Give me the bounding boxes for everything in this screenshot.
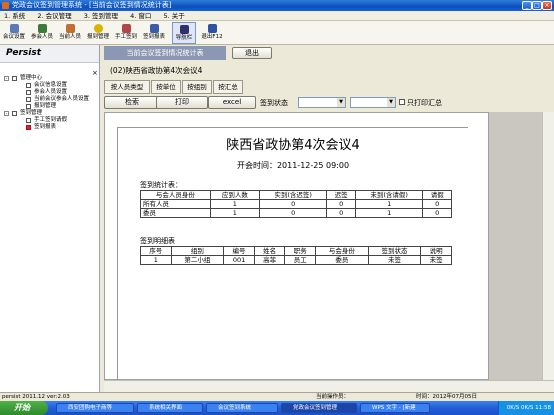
system-tray: 0K/S 0K/S 11:58 [498, 401, 554, 415]
menu-meeting[interactable]: 2. 会议管理 [37, 12, 71, 20]
window-titlebar: 党政会议签到管理系统 - [当前会议签到情况统计表] _ □ × [0, 0, 554, 11]
horizontal-scrollbar[interactable] [104, 380, 554, 392]
taskbar-item[interactable]: WPS 文字 - [新建 [360, 403, 430, 413]
print-summary-label: 只打印汇总 [407, 99, 442, 107]
table-icon [149, 24, 159, 33]
tab-by-unit[interactable]: 按单位 [151, 80, 181, 94]
tree-node-manual-checkin[interactable]: 手工签到请假 [0, 117, 100, 124]
hand-icon [121, 24, 131, 33]
minimize-button[interactable]: _ [522, 1, 532, 10]
print-summary-checkbox[interactable] [399, 99, 405, 105]
report-icon [26, 125, 31, 130]
windows-taskbar: 开始 西安团购电子商等 系统相关界面 会议签到系统 党政会议签到管理 WPS 文… [0, 401, 554, 415]
table-row: 委员 1 0 0 1 0 [140, 208, 452, 218]
filter-row: 检索 打印 excel 签到状态 ▼ ▼ 只打印汇总 [104, 96, 554, 110]
table-row: 1 第二小组 001 高菲 员工 委员 未签 未签 [140, 255, 452, 265]
chevron-down-icon: ▼ [387, 98, 395, 107]
tree-node-attendee-settings[interactable]: 参会人员设置 [0, 89, 100, 96]
tab-by-group[interactable]: 按组别 [182, 80, 212, 94]
menu-about[interactable]: 5. 关于 [163, 12, 184, 20]
meeting-subtitle: (02)陕西省政协第4次会议4 [110, 66, 203, 75]
excel-button[interactable]: excel [208, 96, 256, 109]
table-row: 所有人员 1 0 0 1 0 [140, 199, 452, 209]
preview-background [489, 112, 542, 380]
taskbar-item[interactable]: 西安团购电子商等 [56, 403, 134, 413]
exit-f12-button[interactable]: 退出F12 [200, 22, 224, 44]
start-button[interactable]: 开始 [0, 401, 48, 415]
settings-icon [9, 24, 19, 33]
taskbar-item[interactable]: 系统相关界面 [137, 403, 203, 413]
menu-bar: 1. 系统 2. 会议管理 3. 签到管理 4. 窗口 5. 关于 [0, 11, 554, 21]
vertical-scrollbar[interactable] [542, 112, 554, 380]
registration-button[interactable]: 报到管理 [86, 22, 110, 44]
folder-icon [12, 111, 17, 116]
attendees-button[interactable]: 参会人员 [30, 22, 54, 44]
panel-title: Persist [0, 45, 99, 63]
people-icon [37, 24, 47, 33]
report-preview: 陕西省政协第4次会议4 开会时间：2011-12-25 09:00 签到统计表：… [104, 112, 489, 380]
taskbar-item[interactable]: 会议签到系统 [206, 403, 278, 413]
manual-checkin-button[interactable]: 手工签到 [114, 22, 138, 44]
collapse-icon[interactable]: - [4, 76, 9, 81]
tab-checkin-statistics[interactable]: 当前会议签到情况统计表 [104, 46, 226, 60]
document-tabs: 当前会议签到情况统计表 退出 [104, 46, 554, 60]
collapse-icon[interactable]: - [4, 111, 9, 116]
status-bar: persist 2011.12 ver:2.03 当前操作员： 时间：2012年… [0, 392, 554, 401]
page-icon [26, 118, 31, 123]
chevron-down-icon: ▼ [337, 98, 345, 107]
tree-node-admin[interactable]: - 管理中心 [0, 75, 100, 82]
table-header-row: 序号 组别 编号 姓名 职务 与会身份 签到状态 说明 [140, 246, 452, 256]
current-attendees-button[interactable]: 当前人员 [58, 22, 82, 44]
detail-heading: 签到明细表 [140, 237, 175, 245]
page-icon [26, 90, 31, 95]
tree-node-current-attendees[interactable]: 当前会议参会人员设置 [0, 96, 100, 103]
report-page: 陕西省政协第4次会议4 开会时间：2011-12-25 09:00 签到统计表：… [117, 127, 468, 380]
navbar-button[interactable]: 导航栏 [172, 22, 196, 44]
table-header-row: 与会人员身份 应到人数 实到(含迟签) 迟签 未到(含请假) 请假 [140, 190, 452, 200]
tree-node-registration[interactable]: 报到管理 [0, 103, 100, 110]
checkin-report-button[interactable]: 签到报表 [142, 22, 166, 44]
search-button[interactable]: 检索 [104, 96, 160, 109]
menu-system[interactable]: 1. 系统 [4, 12, 25, 20]
report-time: 开会时间：2011-12-25 09:00 [236, 161, 350, 170]
nav-tree: - 管理中心 会议信息设置 参会人员设置 当前会议参会人员设置 报到管理 - 签到管… [0, 75, 100, 131]
report-icon [93, 24, 103, 33]
stats-heading: 签到统计表： [140, 181, 182, 189]
exit-button[interactable]: 退出 [232, 47, 272, 59]
tree-node-checkin-admin[interactable]: - 签到管理 [0, 110, 100, 117]
folder-icon [12, 76, 17, 81]
page-icon [26, 97, 31, 102]
window-title: 党政会议签到管理系统 - [当前会议签到情况统计表] [12, 1, 172, 9]
tree-node-meeting-info[interactable]: 会议信息设置 [0, 82, 100, 89]
status-select-2[interactable]: ▼ [350, 97, 396, 108]
person-icon [65, 24, 75, 33]
page-icon [26, 104, 31, 109]
tree-node-checkin-report[interactable]: 签到报表 [0, 124, 100, 131]
report-title: 陕西省政协第4次会议4 [226, 138, 360, 153]
app-icon [2, 2, 9, 9]
toolbar: 会议设置 参会人员 当前人员 报到管理 手工签到 签到报表 导航栏 退出F12 [0, 21, 554, 45]
menu-checkin[interactable]: 3. 签到管理 [84, 12, 118, 20]
maximize-button[interactable]: □ [532, 1, 542, 10]
navigation-panel: Persist × - 管理中心 会议信息设置 参会人员设置 当前会议参会人员设置… [0, 45, 100, 392]
detail-table: 序号 组别 编号 姓名 职务 与会身份 签到状态 说明 1 第二小组 001 高菲 员工 委员 未签 未签 [140, 246, 452, 265]
status-select-1[interactable]: ▼ [298, 97, 346, 108]
stats-table: 与会人员身份 应到人数 实到(含迟签) 迟签 未到(含请假) 请假 所有人员 1 0 0 1 0 委… [140, 190, 452, 218]
meeting-settings-button[interactable]: 会议设置 [2, 22, 26, 44]
close-button[interactable]: × [542, 1, 552, 10]
tab-by-summary[interactable]: 按汇总 [213, 80, 243, 94]
print-button[interactable]: 打印 [156, 96, 208, 109]
tab-by-person-type[interactable]: 按人员类型 [104, 80, 150, 94]
page-icon [26, 83, 31, 88]
navbar-icon [179, 25, 189, 34]
taskbar-item-active[interactable]: 党政会议签到管理 [281, 403, 357, 413]
status-label: 签到状态 [260, 99, 288, 107]
menu-window[interactable]: 4. 窗口 [130, 12, 151, 20]
exit-icon [207, 24, 217, 33]
